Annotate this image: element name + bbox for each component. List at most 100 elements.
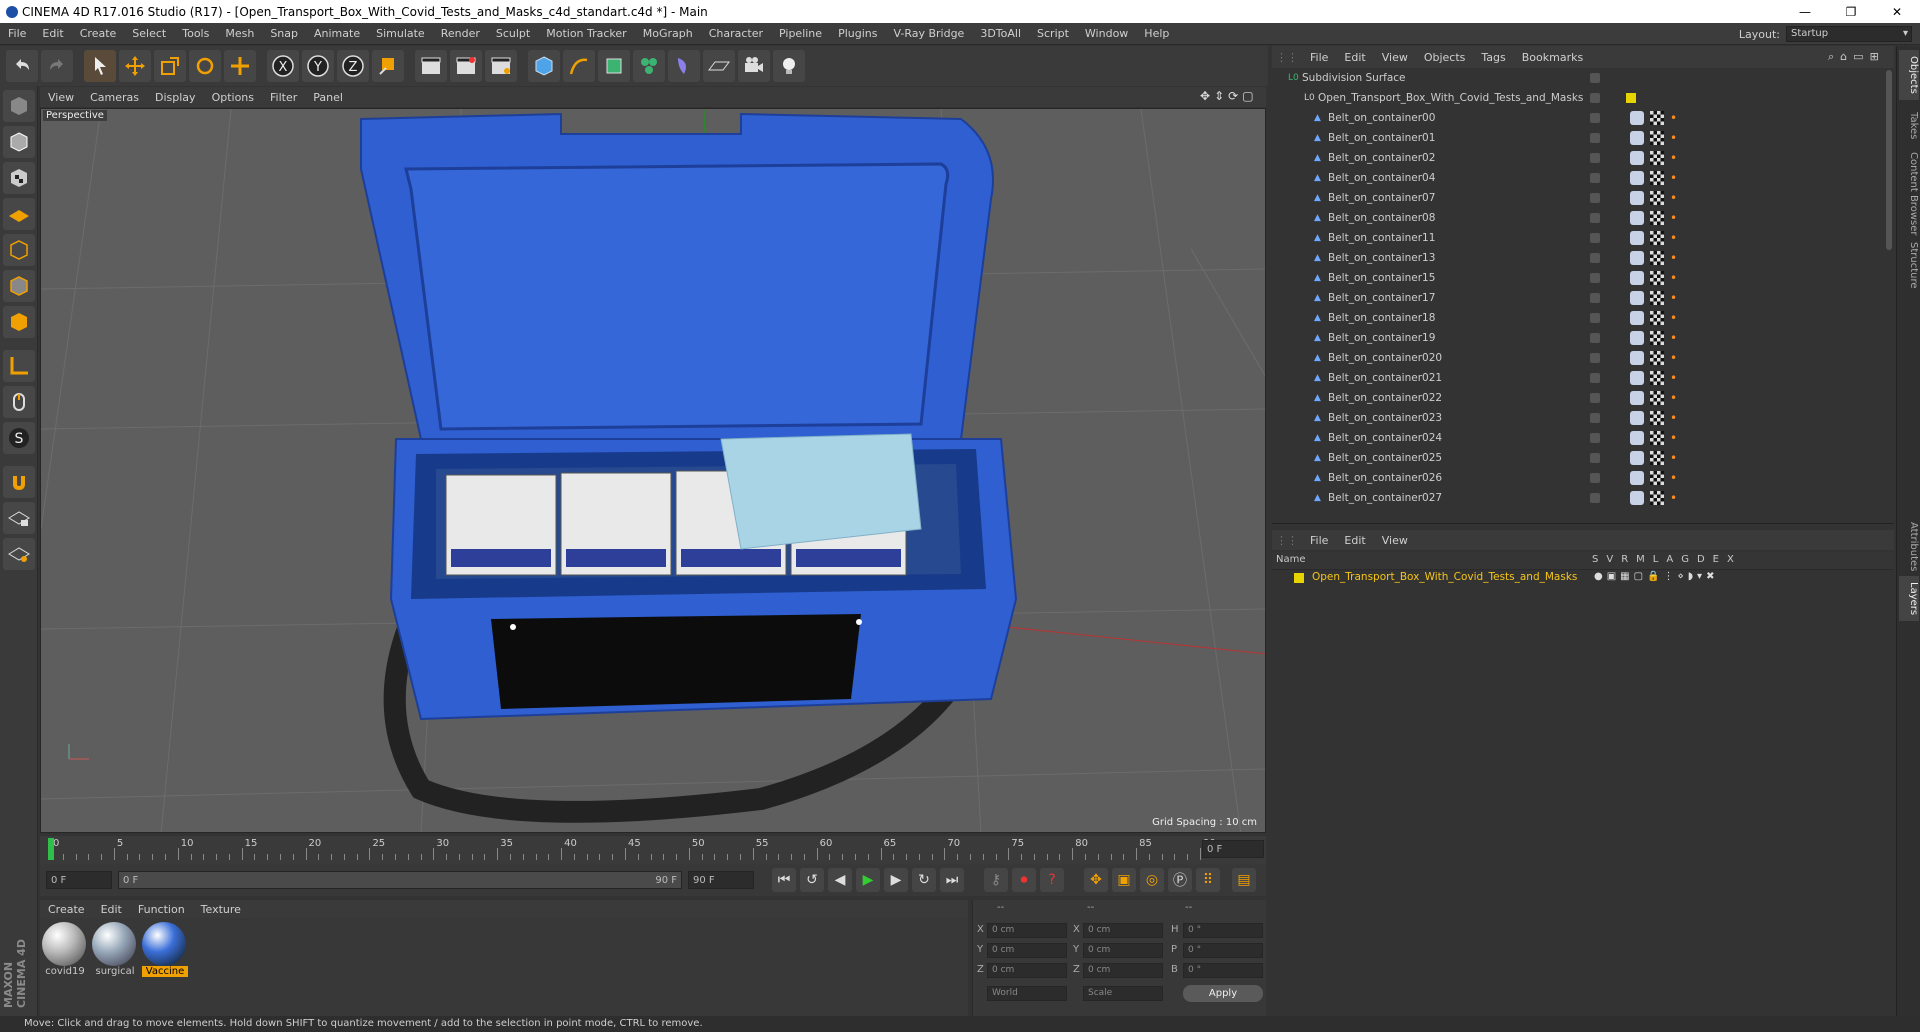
object-row[interactable]: ▲ Belt_on_container08 • <box>1272 208 1894 228</box>
menu-3dtoall[interactable]: 3DToAll <box>972 27 1029 40</box>
size-z-field[interactable]: 0 cm <box>1083 963 1163 978</box>
spline-pen-button[interactable] <box>563 50 595 82</box>
cloner-button[interactable] <box>633 50 665 82</box>
texture-tag-icon[interactable] <box>1630 111 1644 125</box>
visibility-toggle[interactable] <box>1590 333 1600 343</box>
checker-tag-icon[interactable] <box>1650 111 1664 125</box>
checker-tag-icon[interactable] <box>1650 431 1664 445</box>
visibility-toggle[interactable] <box>1590 133 1600 143</box>
deformer-button[interactable] <box>668 50 700 82</box>
z-axis-button[interactable]: Z <box>337 50 369 82</box>
rot-p-field[interactable]: 0 ° <box>1183 943 1263 958</box>
menu-window[interactable]: Window <box>1077 27 1136 40</box>
material-tag-icon[interactable]: • <box>1670 452 1680 464</box>
material-menu-function[interactable]: Function <box>130 903 193 916</box>
timeline-ruler[interactable]: 051015202530354045505560657075808590 <box>40 836 1266 864</box>
visibility-toggle[interactable] <box>1590 73 1600 83</box>
texture-tag-icon[interactable] <box>1630 251 1644 265</box>
material-tag-icon[interactable]: • <box>1670 132 1680 144</box>
menu-select[interactable]: Select <box>124 27 174 40</box>
texture-tag-icon[interactable] <box>1630 191 1644 205</box>
play-button[interactable]: ▶ <box>856 868 880 892</box>
snap-button[interactable]: S <box>3 422 35 454</box>
checker-tag-icon[interactable] <box>1650 451 1664 465</box>
timeline-scheme-button[interactable]: ▤ <box>1232 868 1256 892</box>
menu-script[interactable]: Script <box>1029 27 1077 40</box>
model-mode-button[interactable] <box>3 126 35 158</box>
menu-edit[interactable]: Edit <box>34 27 71 40</box>
points-mode-button[interactable] <box>3 234 35 266</box>
close-button[interactable]: ✕ <box>1874 0 1920 23</box>
object-row[interactable]: ▲ Belt_on_container023 • <box>1272 408 1894 428</box>
object-row[interactable]: ▲ Belt_on_container13 • <box>1272 248 1894 268</box>
object-menu-bookmarks[interactable]: Bookmarks <box>1514 51 1591 64</box>
new-window-icon[interactable]: ▭ <box>1853 50 1863 64</box>
texture-tag-icon[interactable] <box>1630 331 1644 345</box>
visibility-toggle[interactable] <box>1590 253 1600 263</box>
texture-tag-icon[interactable] <box>1630 351 1644 365</box>
visibility-toggle[interactable] <box>1590 353 1600 363</box>
texture-tag-icon[interactable] <box>1630 391 1644 405</box>
checker-tag-icon[interactable] <box>1650 251 1664 265</box>
menu-file[interactable]: File <box>0 27 34 40</box>
material-tag-icon[interactable]: • <box>1670 232 1680 244</box>
material-tag-icon[interactable]: • <box>1670 212 1680 224</box>
side-tab-content-browser[interactable]: Content Browser <box>1899 146 1919 241</box>
menu-motion-tracker[interactable]: Motion Tracker <box>538 27 634 40</box>
object-row-group[interactable]: L0 Open_Transport_Box_With_Covid_Tests_an… <box>1272 88 1894 108</box>
material-tag-icon[interactable]: • <box>1670 112 1680 124</box>
side-tab-attributes[interactable]: Attributes <box>1899 516 1919 577</box>
checker-tag-icon[interactable] <box>1650 231 1664 245</box>
material-tag-icon[interactable]: • <box>1670 372 1680 384</box>
locked-workplane-button[interactable] <box>3 502 35 534</box>
texture-tag-icon[interactable] <box>1630 231 1644 245</box>
visibility-toggle[interactable] <box>1590 313 1600 323</box>
viewport-menu-options[interactable]: Options <box>204 91 262 104</box>
scale-tool-button[interactable] <box>154 50 186 82</box>
menu-simulate[interactable]: Simulate <box>368 27 433 40</box>
go-to-start-button[interactable]: ⏮ <box>772 868 796 892</box>
visibility-toggle[interactable] <box>1590 493 1600 503</box>
camera-button[interactable] <box>738 50 770 82</box>
undo-button[interactable] <box>6 50 38 82</box>
object-menu-view[interactable]: View <box>1374 51 1416 64</box>
viewport-layout-icon[interactable]: ▢ <box>1242 89 1253 103</box>
object-row[interactable]: ▲ Belt_on_container02 • <box>1272 148 1894 168</box>
viewport-menu-filter[interactable]: Filter <box>262 91 305 104</box>
material-tag-icon[interactable]: • <box>1670 432 1680 444</box>
menu-render[interactable]: Render <box>433 27 488 40</box>
visibility-toggle[interactable] <box>1590 293 1600 303</box>
menu-mograph[interactable]: MoGraph <box>635 27 701 40</box>
cube-primitive-button[interactable] <box>528 50 560 82</box>
last-tool-button[interactable] <box>224 50 256 82</box>
planar-workplane-button[interactable] <box>3 538 35 570</box>
object-menu-file[interactable]: File <box>1302 51 1336 64</box>
material-tag-icon[interactable]: • <box>1670 412 1680 424</box>
object-row[interactable]: ▲ Belt_on_container022 • <box>1272 388 1894 408</box>
checker-tag-icon[interactable] <box>1650 191 1664 205</box>
maximize-button[interactable]: ❐ <box>1828 0 1874 23</box>
edges-mode-button[interactable] <box>3 270 35 302</box>
previous-frame-button[interactable]: ◀ <box>828 868 852 892</box>
layer-menu-edit[interactable]: Edit <box>1336 534 1373 547</box>
polygons-mode-button[interactable] <box>3 306 35 338</box>
viewport-zoom-icon[interactable]: ⇕ <box>1214 89 1224 103</box>
rot-h-field[interactable]: 0 ° <box>1183 923 1263 938</box>
material-tag-icon[interactable]: • <box>1670 472 1680 484</box>
object-list-scrollbar[interactable] <box>1886 70 1892 250</box>
visibility-toggle[interactable] <box>1590 393 1600 403</box>
viewport-menu-view[interactable]: View <box>40 91 82 104</box>
texture-tag-icon[interactable] <box>1630 171 1644 185</box>
checker-tag-icon[interactable] <box>1650 351 1664 365</box>
visibility-toggle[interactable] <box>1590 453 1600 463</box>
layer-menu-view[interactable]: View <box>1374 534 1416 547</box>
viewport-menu-cameras[interactable]: Cameras <box>82 91 147 104</box>
current-frame-field[interactable]: 0 F <box>1202 840 1264 858</box>
visibility-toggle[interactable] <box>1590 173 1600 183</box>
move-tool-button[interactable] <box>119 50 151 82</box>
side-tab-takes[interactable]: Takes <box>1899 106 1919 145</box>
visibility-toggle[interactable] <box>1590 433 1600 443</box>
checker-tag-icon[interactable] <box>1650 291 1664 305</box>
key-rotation-button[interactable]: ◎ <box>1140 868 1164 892</box>
object-row[interactable]: ▲ Belt_on_container025 • <box>1272 448 1894 468</box>
